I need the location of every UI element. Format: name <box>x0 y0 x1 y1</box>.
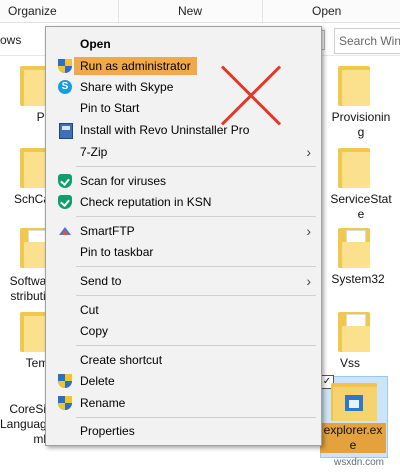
file-label: Softwa stributi <box>9 274 47 303</box>
file-label: ServiceStat e <box>330 192 392 221</box>
menu-separator <box>76 345 316 346</box>
ribbon-bar: Organize New Open <box>0 0 400 23</box>
ribbon-group-new[interactable]: New <box>178 4 202 18</box>
submenu-arrow-icon: › <box>306 223 311 239</box>
file-label: Vss <box>339 356 360 370</box>
menu-item-send-to[interactable]: Send to › <box>46 270 321 292</box>
folder-icon[interactable] <box>338 312 370 352</box>
ribbon-separator <box>118 0 119 22</box>
smartftp-icon <box>58 224 72 238</box>
menu-item-open[interactable]: Open <box>46 33 321 55</box>
selected-file-label: explorer.ex e <box>320 423 386 453</box>
folder-icon[interactable] <box>338 148 370 188</box>
menu-item-scan-for-viruses[interactable]: Scan for viruses <box>46 170 321 192</box>
kaspersky-icon <box>58 174 72 188</box>
menu-item-pin-to-start[interactable]: Pin to Start <box>46 97 321 119</box>
search-input[interactable]: Search Wind <box>334 28 400 54</box>
context-menu: Open Run as administrator S Share with S… <box>45 26 322 446</box>
menu-item-share-with-skype[interactable]: S Share with Skype <box>46 76 321 98</box>
menu-item-create-shortcut[interactable]: Create shortcut <box>46 349 321 371</box>
menu-separator <box>76 166 316 167</box>
address-path[interactable]: ows <box>0 33 21 47</box>
menu-item-delete[interactable]: Delete <box>46 370 321 392</box>
folder-icon[interactable] <box>338 66 370 106</box>
menu-item-check-reputation-ksn[interactable]: Check reputation in KSN <box>46 191 321 213</box>
uac-shield-icon <box>58 374 72 388</box>
revo-uninstaller-icon <box>58 123 73 139</box>
menu-item-install-with-revo[interactable]: Install with Revo Uninstaller Pro <box>46 119 321 141</box>
menu-item-cut[interactable]: Cut <box>46 299 321 321</box>
skype-icon: S <box>58 80 72 94</box>
menu-item-rename[interactable]: Rename <box>46 392 321 414</box>
menu-item-copy[interactable]: Copy <box>46 320 321 342</box>
file-label: CoreSi Languageli ml <box>0 402 59 446</box>
submenu-arrow-icon: › <box>306 144 311 160</box>
folder-icon[interactable] <box>338 228 370 268</box>
search-placeholder: Search Wind <box>339 34 400 48</box>
file-label: System32 <box>331 272 385 286</box>
kaspersky-icon <box>58 195 72 209</box>
menu-item-properties[interactable]: Properties <box>46 420 321 442</box>
menu-separator <box>76 216 316 217</box>
menu-item-pin-to-taskbar[interactable]: Pin to taskbar <box>46 241 321 263</box>
menu-item-run-as-administrator[interactable]: Run as administrator <box>46 55 321 77</box>
watermark-text: wsxdn.com <box>334 457 385 468</box>
submenu-arrow-icon: › <box>306 273 311 289</box>
menu-separator <box>76 295 316 296</box>
explorer-exe-icon[interactable] <box>331 381 377 421</box>
uac-shield-icon <box>58 396 72 410</box>
uac-shield-icon <box>58 59 72 73</box>
ribbon-group-organize[interactable]: Organize <box>8 4 57 18</box>
menu-separator <box>76 266 316 267</box>
ribbon-separator <box>262 0 263 22</box>
menu-item-7zip[interactable]: 7-Zip › <box>46 141 321 163</box>
ribbon-group-open[interactable]: Open <box>312 4 341 18</box>
file-label: Provisionin g <box>331 110 391 139</box>
menu-separator <box>76 417 316 418</box>
menu-item-smartftp[interactable]: SmartFTP › <box>46 220 321 242</box>
